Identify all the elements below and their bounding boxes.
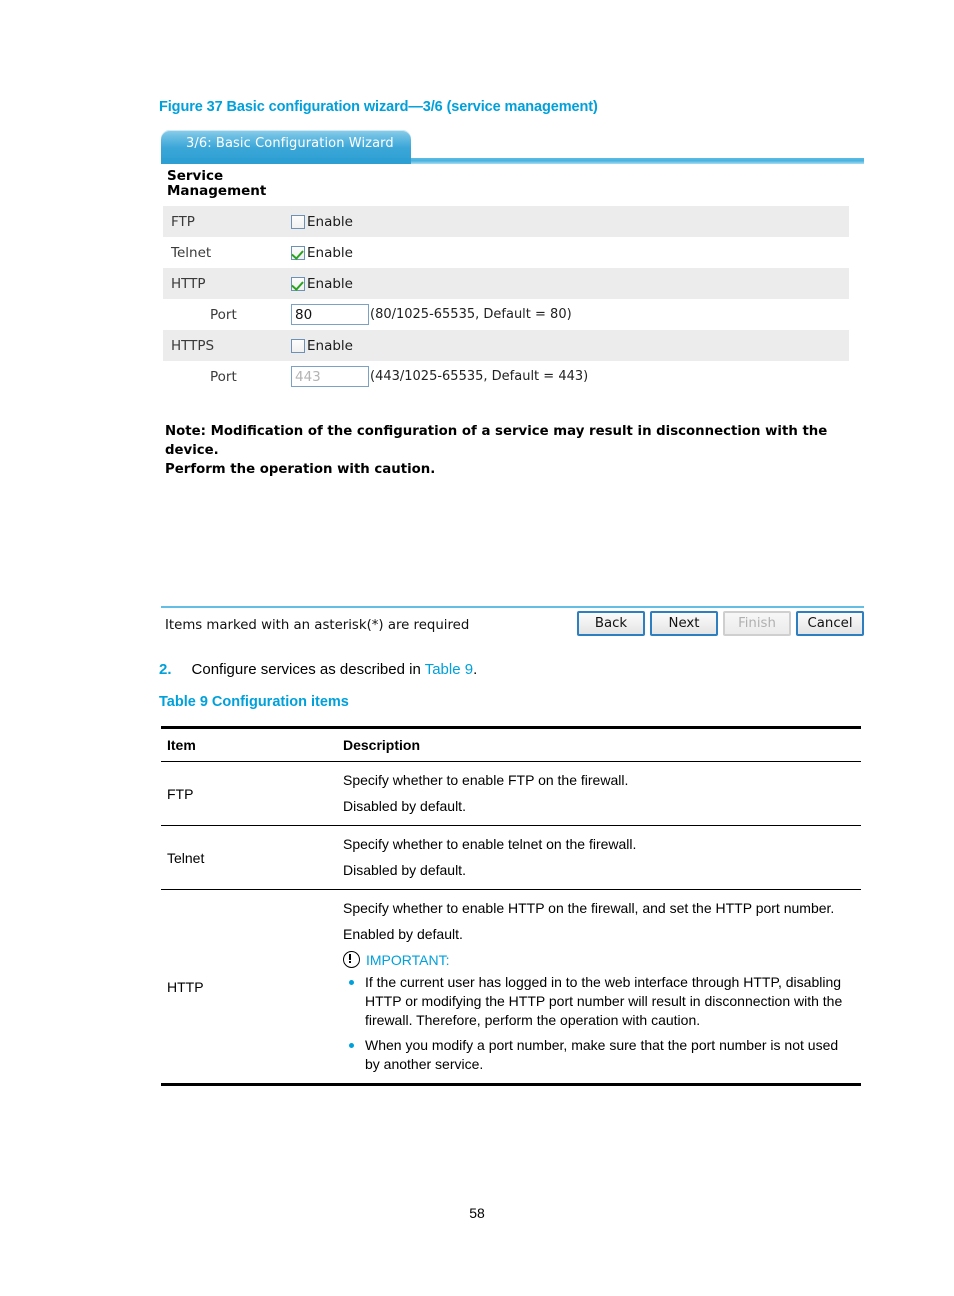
service-row-field: Enable — [291, 214, 353, 230]
service-row-label: Port — [210, 306, 237, 323]
service-row-http-port: Port (80/1025-65535, Default = 80) — [163, 299, 849, 330]
table9-item-http: HTTP — [161, 889, 333, 1086]
service-row-http: HTTP Enable — [163, 268, 849, 299]
important-bullet-list: If the current user has logged in to the… — [343, 973, 855, 1074]
important-label: IMPORTANT: — [366, 951, 450, 968]
table-row: HTTP Specify whether to enable HTTP on t… — [161, 889, 861, 1086]
step-item: 2. Configure services as described in Tab… — [159, 661, 477, 678]
service-row-ftp: FTP Enable — [163, 206, 849, 237]
http-port-hint: (80/1025-65535, Default = 80) — [370, 307, 572, 322]
service-row-label: Port — [210, 368, 237, 385]
service-row-field: (80/1025-65535, Default = 80) — [291, 304, 572, 325]
service-row-field: Enable — [291, 245, 353, 261]
table9-header-description: Description — [333, 726, 861, 762]
table9: Item Description FTP Specify whether to … — [161, 726, 861, 1086]
service-row-field: Enable — [291, 338, 353, 354]
wizard-footer: Items marked with an asterisk(*) are req… — [161, 611, 864, 641]
table9-header-item: Item — [161, 726, 333, 762]
table9-head: Item Description — [161, 726, 861, 762]
service-management-heading: Service Management — [167, 168, 267, 199]
service-row-field: (443/1025-65535, Default = 443) — [291, 366, 588, 387]
next-button[interactable]: Next — [650, 611, 718, 636]
document-page: Figure 37 Basic configuration wizard—3/6… — [0, 0, 954, 1296]
wizard-screenshot: 3/6: Basic Configuration Wizard Service … — [161, 128, 864, 641]
step-number: 2. — [159, 661, 172, 678]
table9-caption: Table 9 Configuration items — [159, 694, 349, 710]
ftp-enable-label: Enable — [307, 213, 353, 230]
ftp-enable-checkbox[interactable] — [291, 214, 305, 229]
telnet-enable-checkbox[interactable] — [291, 245, 305, 260]
figure-caption: Figure 37 Basic configuration wizard—3/6… — [159, 99, 598, 115]
cancel-button[interactable]: Cancel — [796, 611, 864, 636]
list-item: If the current user has logged in to the… — [343, 973, 855, 1030]
back-button[interactable]: Back — [577, 611, 645, 636]
table9-desc-http: Specify whether to enable HTTP on the fi… — [333, 889, 861, 1086]
desc-line: Disabled by default. — [343, 862, 466, 878]
https-port-input[interactable] — [291, 366, 369, 387]
wizard-tab-cover — [161, 158, 411, 164]
desc-line: Specify whether to enable FTP on the fir… — [343, 772, 629, 788]
service-row-https: HTTPS Enable — [163, 330, 849, 361]
http-port-input[interactable] — [291, 304, 369, 325]
table9-desc-ftp: Specify whether to enable FTP on the fir… — [333, 761, 861, 826]
desc-line: Specify whether to enable telnet on the … — [343, 836, 637, 852]
finish-button[interactable]: Finish — [723, 611, 791, 636]
table9-item-telnet: Telnet — [161, 825, 333, 890]
table-row: FTP Specify whether to enable FTP on the… — [161, 761, 861, 826]
telnet-enable-label: Enable — [307, 244, 353, 261]
table9-crossref-link[interactable]: Table 9 — [425, 661, 473, 678]
https-enable-checkbox[interactable] — [291, 338, 305, 353]
step-text-before: Configure services as described in — [191, 661, 425, 678]
service-row-https-port: Port (443/1025-65535, Default = 443) — [163, 361, 849, 392]
wizard-note-line-1: Note: Modification of the configuration … — [165, 424, 828, 458]
step-text-after: . — [473, 661, 478, 678]
wizard-button-group: Back Next Finish Cancel — [577, 611, 864, 636]
wizard-required-note: Items marked with an asterisk(*) are req… — [165, 618, 470, 633]
table9-desc-telnet: Specify whether to enable telnet on the … — [333, 825, 861, 890]
service-row-telnet: Telnet Enable — [163, 237, 849, 268]
https-enable-label: Enable — [307, 337, 353, 354]
service-management-table: FTP Enable Telnet Enable HTTP Enable Por… — [163, 206, 849, 392]
service-row-label: Telnet — [171, 244, 212, 261]
http-enable-label: Enable — [307, 275, 353, 292]
service-row-label: HTTPS — [171, 337, 215, 354]
table-row: Telnet Specify whether to enable telnet … — [161, 825, 861, 890]
desc-line: Specify whether to enable HTTP on the fi… — [343, 900, 835, 916]
service-row-field: Enable — [291, 276, 353, 292]
exclamation-circle-icon — [343, 951, 360, 968]
page-number: 58 — [469, 1205, 485, 1221]
desc-line: Disabled by default. — [343, 798, 466, 814]
service-row-label: FTP — [171, 213, 195, 230]
wizard-tab-label: 3/6: Basic Configuration Wizard — [186, 136, 394, 151]
table9-body: FTP Specify whether to enable FTP on the… — [161, 761, 861, 1086]
table9-item-ftp: FTP — [161, 761, 333, 826]
wizard-footer-divider — [161, 606, 864, 608]
wizard-tab-row: 3/6: Basic Configuration Wizard — [161, 128, 864, 164]
https-port-hint: (443/1025-65535, Default = 443) — [370, 369, 589, 384]
list-item: When you modify a port number, make sure… — [343, 1036, 855, 1074]
table9-header-row: Item Description — [161, 726, 861, 762]
http-enable-checkbox[interactable] — [291, 276, 305, 291]
wizard-note: Note: Modification of the configuration … — [165, 422, 855, 479]
important-notice-header: IMPORTANT: — [343, 951, 855, 968]
service-row-label: HTTP — [171, 275, 206, 292]
wizard-note-line-2: Perform the operation with caution. — [165, 462, 436, 477]
desc-line: Enabled by default. — [343, 926, 463, 942]
